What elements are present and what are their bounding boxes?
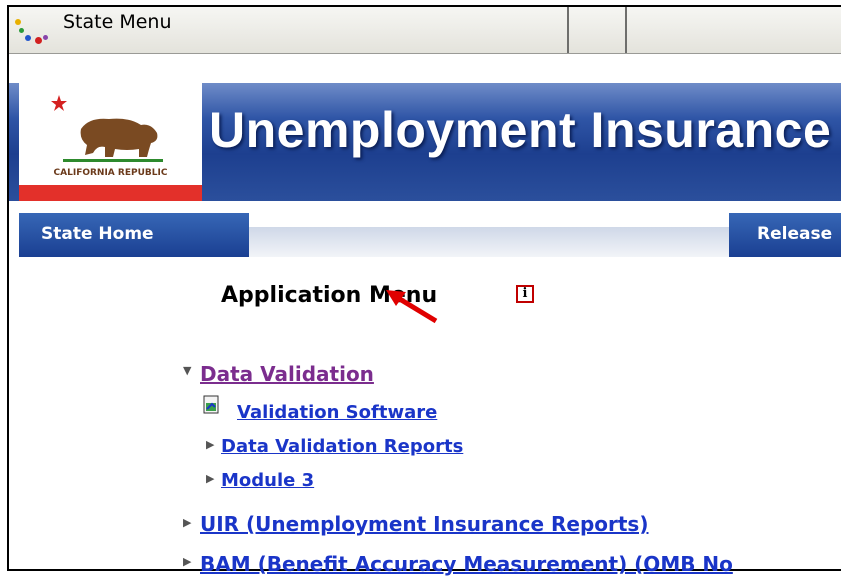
software-doc-icon [202,395,222,415]
collapsed-triangle-icon[interactable]: ▶ [183,516,191,529]
expanded-triangle-icon[interactable]: ▼ [183,364,191,377]
nav-home-tab[interactable]: State Home [19,213,249,257]
tab-title-label: State Menu [63,11,172,33]
app-logo-icon [13,19,51,47]
banner-title: Unemployment Insurance [209,102,832,158]
nav-release-tab[interactable]: Release [729,213,841,257]
nav-release-link[interactable]: Release [757,224,832,244]
annotation-arrow-icon [386,290,438,324]
bear-icon [51,95,163,162]
collapsed-triangle-icon[interactable]: ▶ [206,472,214,485]
collapsed-triangle-icon[interactable]: ▶ [183,555,191,568]
nav-home-link[interactable]: State Home [41,224,154,244]
info-icon[interactable]: i [516,285,534,303]
tab-bar: State Menu [9,7,841,54]
nav-divider [249,227,739,257]
tab-state-menu[interactable]: State Menu [9,7,569,53]
california-flag-logo: CALIFORNIA REPUBLIC [19,83,202,201]
menu-validation-software[interactable]: Validation Software [237,402,437,423]
flag-stripe [19,185,202,201]
menu-uir[interactable]: UIR (Unemployment Insurance Reports) [200,512,648,536]
menu-module-3[interactable]: Module 3 [221,470,314,491]
flag-caption: CALIFORNIA REPUBLIC [53,168,168,178]
menu-data-validation-reports[interactable]: Data Validation Reports [221,436,463,457]
menu-data-validation[interactable]: Data Validation [200,362,374,386]
menu-bam[interactable]: BAM (Benefit Accuracy Measurement) (OMB … [200,552,733,576]
nav-bar: State Home Release [9,213,841,259]
collapsed-triangle-icon[interactable]: ▶ [206,438,214,451]
tab-blank[interactable] [571,7,627,53]
